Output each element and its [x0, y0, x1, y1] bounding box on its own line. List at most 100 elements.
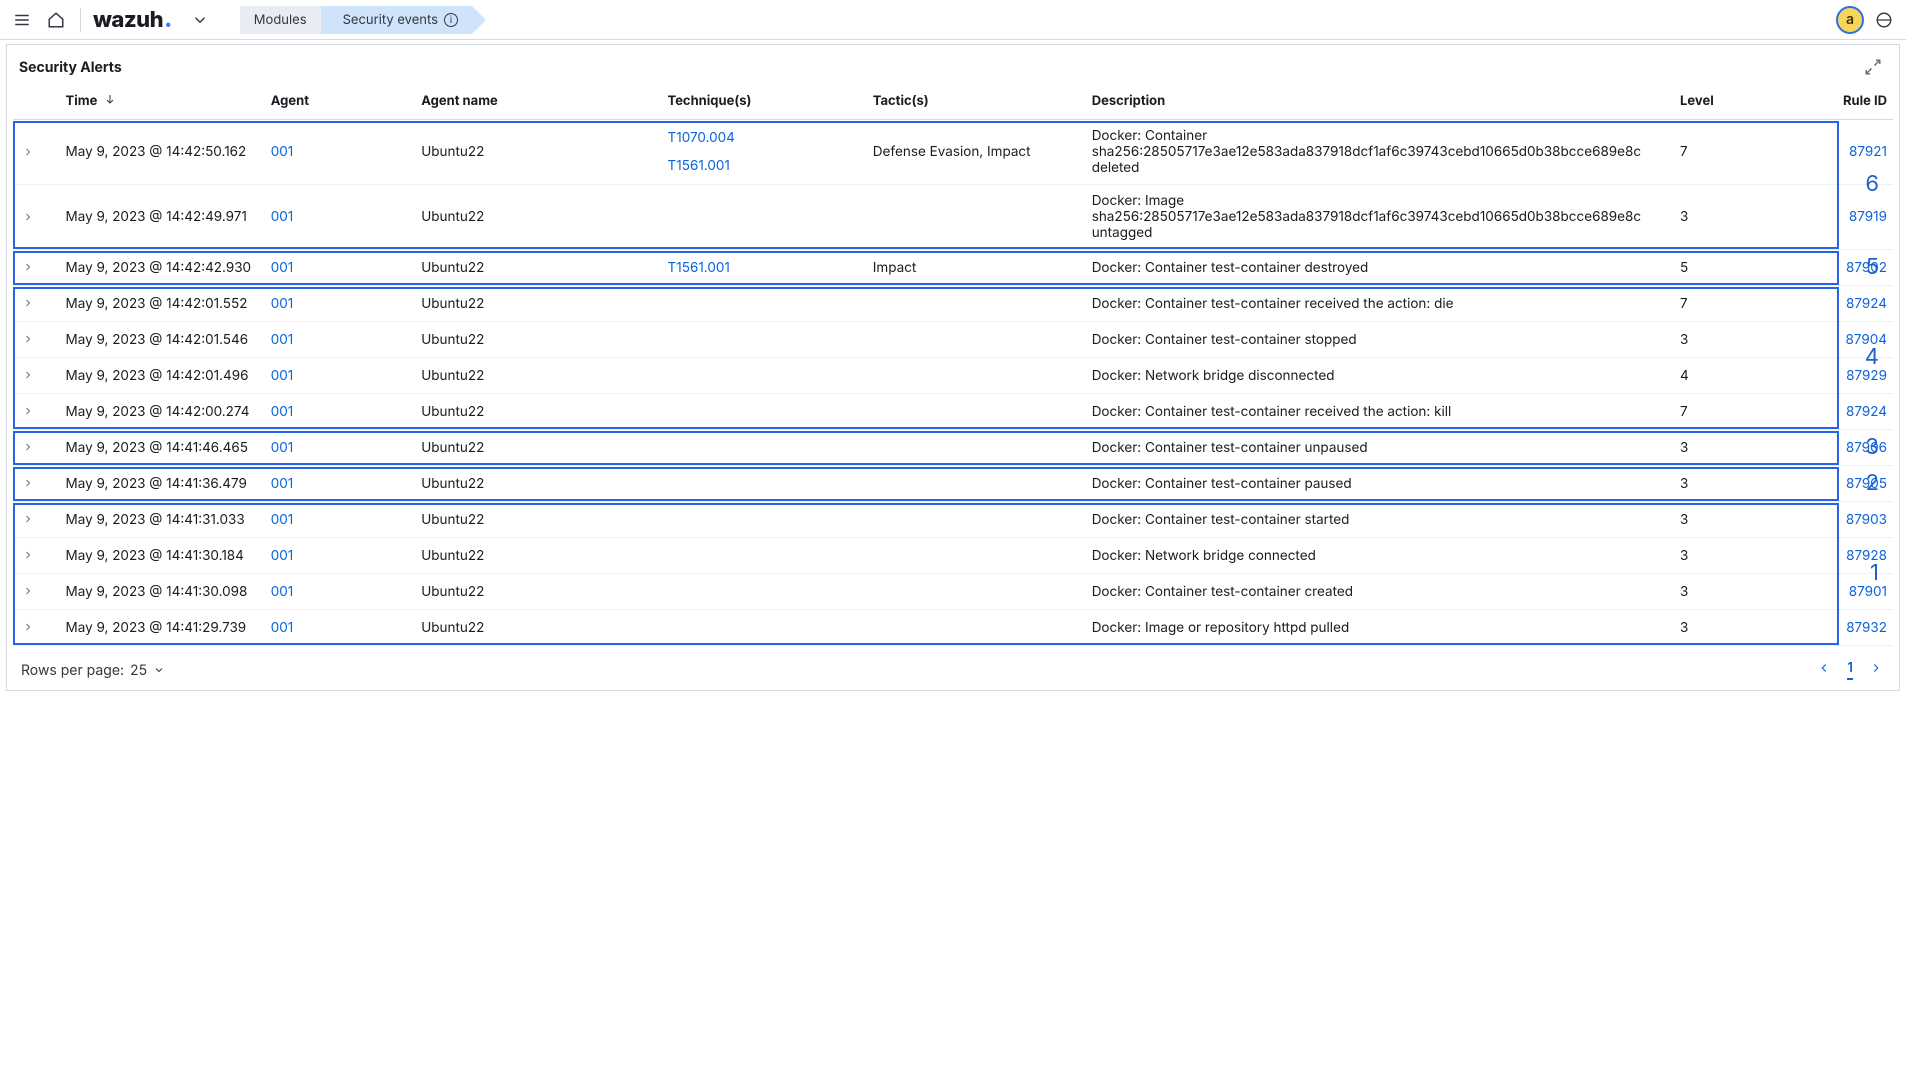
expand-row-toggle[interactable]	[19, 438, 37, 456]
cell-tactic	[867, 430, 1086, 466]
expand-row-toggle[interactable]	[19, 582, 37, 600]
page-prev[interactable]	[1815, 661, 1833, 679]
agent-link[interactable]: 001	[271, 440, 294, 456]
cell-time: May 9, 2023 @ 14:42:49.971	[60, 185, 265, 250]
col-time[interactable]: Time	[60, 83, 265, 120]
rule-id-link[interactable]: 87919	[1849, 209, 1887, 225]
cell-description: Docker: Container test-container stopped	[1086, 322, 1674, 358]
rule-id-link[interactable]: 87903	[1846, 512, 1887, 528]
agent-link[interactable]: 001	[271, 209, 294, 225]
table-footer: Rows per page: 25 1	[7, 646, 1899, 690]
breadcrumb-modules[interactable]: Modules	[240, 6, 321, 34]
agent-link[interactable]: 001	[271, 260, 294, 276]
expand-row-toggle[interactable]	[19, 294, 37, 312]
rule-id-link[interactable]: 87924	[1846, 404, 1887, 420]
agent-link[interactable]: 001	[271, 548, 294, 564]
expand-row-toggle[interactable]	[19, 618, 37, 636]
cell-tactic: Defense Evasion, Impact	[867, 120, 1086, 185]
technique-link[interactable]: T1070.004	[668, 130, 861, 146]
expand-row-toggle[interactable]	[19, 402, 37, 420]
annotation-label: 1	[1870, 560, 1879, 586]
agent-link[interactable]: 001	[271, 620, 294, 636]
rule-id-link[interactable]: 87924	[1846, 296, 1887, 312]
chevron-right-icon	[22, 549, 34, 561]
col-technique[interactable]: Technique(s)	[662, 83, 867, 120]
chevron-right-icon	[22, 333, 34, 345]
brand-text: wazuh	[93, 7, 163, 33]
col-agent-name[interactable]: Agent name	[415, 83, 661, 120]
cell-technique	[662, 286, 867, 322]
home-button[interactable]	[42, 6, 70, 34]
security-alerts-panel: Security Alerts Time A	[6, 44, 1900, 691]
cell-description: Docker: Network bridge connected	[1086, 538, 1674, 574]
news-button[interactable]	[1870, 6, 1898, 34]
expand-row-toggle[interactable]	[19, 143, 37, 161]
rule-id-link[interactable]: 87921	[1849, 144, 1887, 160]
col-agent[interactable]: Agent	[265, 83, 416, 120]
breadcrumb-security-events[interactable]: Security events i	[321, 6, 472, 34]
agent-link[interactable]: 001	[271, 512, 294, 528]
brand-menu-toggle[interactable]	[186, 6, 214, 34]
expand-row-toggle[interactable]	[19, 510, 37, 528]
expand-row-toggle[interactable]	[19, 208, 37, 226]
technique-link[interactable]: T1561.001	[668, 158, 861, 174]
rule-id-link[interactable]: 87901	[1849, 584, 1887, 600]
table-row: May 9, 2023 @ 14:41:36.479001Ubuntu22Doc…	[13, 466, 1893, 502]
table-row: May 9, 2023 @ 14:42:01.552001Ubuntu22Doc…	[13, 286, 1893, 322]
cell-description: Docker: Container sha256:28505717e3ae12e…	[1086, 120, 1674, 185]
cell-time: May 9, 2023 @ 14:42:00.274	[60, 394, 265, 430]
cell-description: Docker: Container test-container started	[1086, 502, 1674, 538]
table-row: May 9, 2023 @ 14:41:29.739001Ubuntu22Doc…	[13, 610, 1893, 646]
agent-link[interactable]: 001	[271, 332, 294, 348]
col-tactic[interactable]: Tactic(s)	[867, 83, 1086, 120]
user-avatar[interactable]: a	[1836, 6, 1864, 34]
menu-toggle[interactable]	[8, 6, 36, 34]
panel-title: Security Alerts	[19, 59, 122, 76]
agent-link[interactable]: 001	[271, 404, 294, 420]
col-rule-id[interactable]: Rule ID	[1811, 83, 1893, 120]
cell-agent-name: Ubuntu22	[415, 120, 661, 185]
expand-icon	[1864, 58, 1882, 76]
cell-technique	[662, 394, 867, 430]
info-icon[interactable]: i	[444, 13, 458, 27]
agent-link[interactable]: 001	[271, 368, 294, 384]
chevron-right-icon	[22, 405, 34, 417]
cell-time: May 9, 2023 @ 14:42:50.162	[60, 120, 265, 185]
cell-tactic	[867, 502, 1086, 538]
annotation-label: 2	[1866, 470, 1879, 496]
cell-technique	[662, 430, 867, 466]
rows-per-page-select[interactable]: Rows per page: 25	[21, 662, 165, 679]
cell-agent-name: Ubuntu22	[415, 538, 661, 574]
rule-id-link[interactable]: 87928	[1846, 548, 1887, 564]
cell-time: May 9, 2023 @ 14:42:01.552	[60, 286, 265, 322]
col-level[interactable]: Level	[1674, 83, 1811, 120]
expand-row-toggle[interactable]	[19, 474, 37, 492]
breadcrumb: Modules Security events i	[230, 6, 472, 34]
expand-panel-button[interactable]	[1859, 53, 1887, 81]
brand-dot-icon: .	[164, 7, 172, 33]
expand-row-toggle[interactable]	[19, 546, 37, 564]
agent-link[interactable]: 001	[271, 476, 294, 492]
brand-logo[interactable]: wazuh.	[93, 7, 172, 33]
rule-id-link[interactable]: 87929	[1846, 368, 1887, 384]
cell-technique	[662, 185, 867, 250]
agent-link[interactable]: 001	[271, 584, 294, 600]
cell-rule-id: 87932	[1811, 610, 1893, 646]
rule-id-link[interactable]: 87932	[1846, 620, 1887, 636]
expand-row-toggle[interactable]	[19, 258, 37, 276]
page-current[interactable]: 1	[1847, 660, 1853, 680]
agent-link[interactable]: 001	[271, 144, 294, 160]
topbar: wazuh. Modules Security events i a	[0, 0, 1906, 40]
expand-row-toggle[interactable]	[19, 366, 37, 384]
col-description[interactable]: Description	[1086, 83, 1674, 120]
cell-tactic	[867, 322, 1086, 358]
cell-technique	[662, 538, 867, 574]
expand-row-toggle[interactable]	[19, 330, 37, 348]
agent-link[interactable]: 001	[271, 296, 294, 312]
technique-link[interactable]: T1561.001	[668, 260, 861, 276]
cell-level: 3	[1674, 322, 1811, 358]
cell-level: 7	[1674, 120, 1811, 185]
cell-rule-id: 87924	[1811, 286, 1893, 322]
cell-agent: 001	[265, 502, 416, 538]
page-next[interactable]	[1867, 661, 1885, 679]
